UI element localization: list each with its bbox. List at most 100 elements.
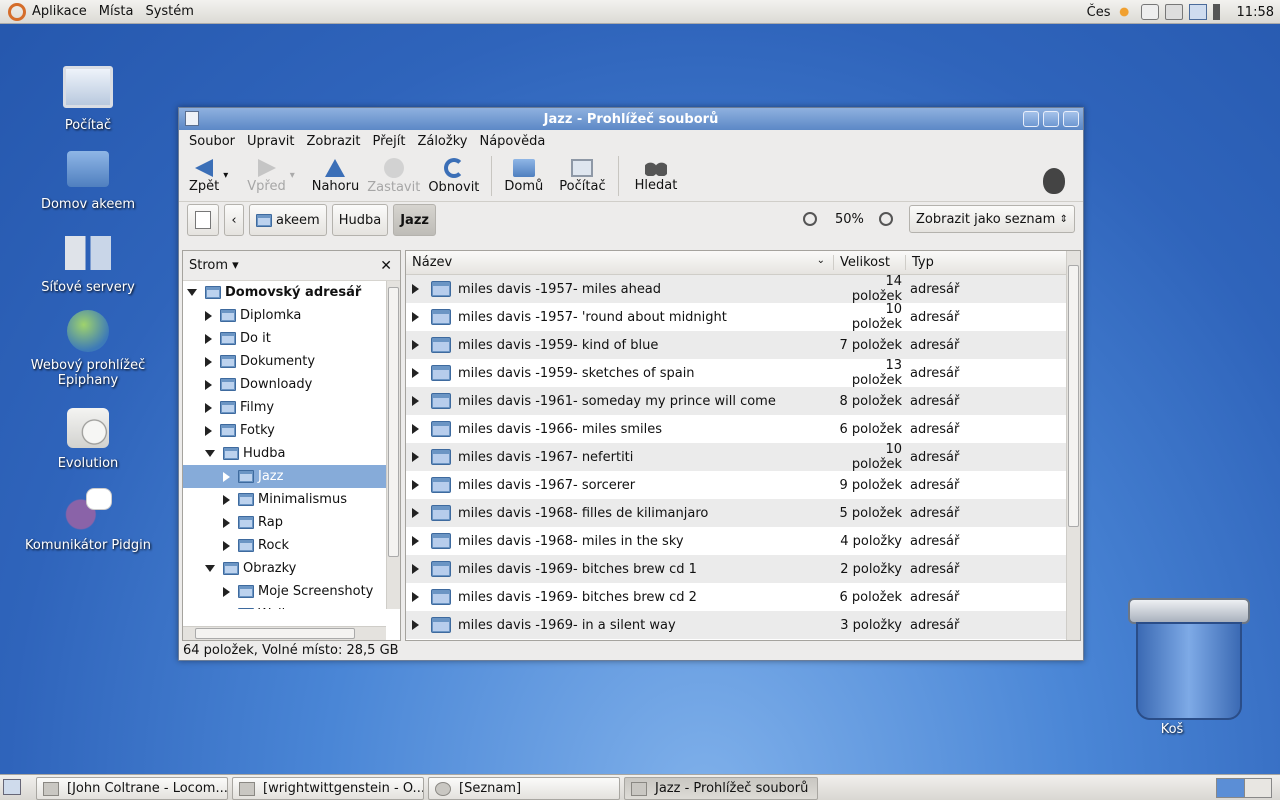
expander-down-icon[interactable] — [205, 450, 215, 457]
close-sidebar-icon[interactable]: ✕ — [380, 258, 392, 274]
expander-right-icon[interactable] — [412, 312, 419, 322]
workspace-switcher[interactable] — [1216, 778, 1272, 798]
tree-item[interactable]: Obrazky — [183, 557, 386, 580]
window-titlebar[interactable]: Jazz - Prohlížeč souborů — [179, 108, 1083, 130]
scroll-thumb[interactable] — [195, 628, 355, 639]
show-desktop-icon[interactable] — [3, 779, 21, 795]
tree-item[interactable]: Moje Screenshoty — [183, 580, 386, 603]
expander-right-icon[interactable] — [412, 396, 419, 406]
tree-item[interactable]: Wallpapery — [183, 603, 386, 609]
tree-item[interactable]: Jazz — [183, 465, 386, 488]
expander-right-icon[interactable] — [412, 620, 419, 630]
scroll-thumb[interactable] — [388, 287, 399, 557]
tree-item[interactable]: Fotky — [183, 419, 386, 442]
expander-right-icon[interactable] — [412, 564, 419, 574]
breadcrumb-scroll-left[interactable]: ‹ — [224, 204, 244, 236]
taskbar-item[interactable]: [Seznam] — [428, 777, 620, 800]
column-type-header[interactable]: Typ — [906, 255, 1066, 270]
file-row[interactable]: miles davis -1969- in a silent way 3 polo… — [406, 611, 1066, 639]
maximize-icon[interactable] — [1043, 111, 1059, 127]
tree-item[interactable]: Rap — [183, 511, 386, 534]
column-name-header[interactable]: Název ⌄ — [406, 255, 834, 270]
file-row[interactable]: miles davis -1957- 'round about midnight… — [406, 302, 1066, 332]
weather-icon[interactable] — [1116, 4, 1135, 20]
scroll-thumb[interactable] — [1068, 265, 1079, 527]
desktop-icon-evolution[interactable]: Evolution — [13, 408, 163, 471]
file-row[interactable]: miles davis -1967- sorcerer 9 položek adre… — [406, 471, 1066, 499]
expander-right-icon[interactable] — [223, 586, 230, 597]
expander-right-icon[interactable] — [412, 284, 419, 294]
file-row[interactable]: miles davis -1959- sketches of spain 13 p… — [406, 358, 1066, 388]
column-size-header[interactable]: Velikost — [834, 255, 906, 270]
view-mode-select[interactable]: Zobrazit jako seznam ⇕ — [909, 205, 1075, 233]
workspace-2[interactable] — [1244, 779, 1271, 797]
expander-down-icon[interactable] — [205, 565, 215, 572]
tree-item[interactable]: Filmy — [183, 396, 386, 419]
expander-right-icon[interactable] — [412, 480, 419, 490]
desktop-icon-pidgin[interactable]: Komunikátor Pidgin — [13, 488, 163, 553]
menu-system[interactable]: Systém — [139, 0, 199, 24]
zoom-in-icon[interactable] — [879, 212, 893, 226]
tree-item[interactable]: Downloady — [183, 373, 386, 396]
toggle-location-entry-button[interactable] — [187, 204, 219, 236]
desktop-icon-network[interactable]: Síťové servery — [13, 236, 163, 295]
tree-item[interactable]: Minimalismus — [183, 488, 386, 511]
home-button[interactable]: Domů — [500, 152, 547, 200]
breadcrumb-hudba[interactable]: Hudba — [331, 204, 389, 236]
up-button[interactable]: Nahoru — [308, 152, 363, 200]
desktop-icon-epiphany[interactable]: Webový prohlížeč Epiphany — [13, 310, 163, 388]
expander-right-icon[interactable] — [412, 424, 419, 434]
battery-icon[interactable] — [1164, 4, 1183, 20]
breadcrumb-jazz[interactable]: Jazz — [393, 204, 436, 236]
taskbar-item[interactable]: [John Coltrane - Locom... — [36, 777, 228, 800]
expander-right-icon[interactable] — [223, 471, 230, 482]
sidebar-type-select[interactable]: Strom ▾ — [189, 258, 239, 273]
forward-button[interactable]: Vpřed — [243, 152, 289, 200]
back-button[interactable]: Zpět — [185, 152, 223, 200]
file-row[interactable]: miles davis -1968- miles in the sky 4 pol… — [406, 527, 1066, 555]
tree-item[interactable]: Diplomka — [183, 304, 386, 327]
clock[interactable]: 11:58 — [1237, 5, 1274, 20]
expander-right-icon[interactable] — [412, 368, 419, 378]
stop-button[interactable]: Zastavit — [363, 152, 424, 200]
desktop-icon-home[interactable]: Domov akeem — [13, 151, 163, 212]
file-row[interactable]: miles davis -1959- kind of blue 7 položek… — [406, 331, 1066, 359]
expander-right-icon[interactable] — [205, 425, 212, 436]
desktop-icon-trash[interactable]: Koš — [1105, 598, 1255, 737]
window-menu-icon[interactable] — [185, 111, 199, 126]
expander-right-icon[interactable] — [412, 536, 419, 546]
taskbar-item[interactable]: [wrightwittgenstein - O... — [232, 777, 424, 800]
menu-view[interactable]: Zobrazit — [300, 134, 366, 149]
taskbar-item-active[interactable]: Jazz - Prohlížeč souborů — [624, 777, 818, 800]
expander-right-icon[interactable] — [412, 508, 419, 518]
sidebar-vertical-scrollbar[interactable] — [386, 281, 400, 609]
file-row[interactable]: miles davis -1966- miles smiles 6 položek… — [406, 415, 1066, 443]
keyboard-layout-indicator[interactable]: Čes — [1087, 5, 1111, 20]
file-row[interactable]: miles davis -1969- bitches brew cd 2 6 po… — [406, 583, 1066, 611]
computer-button[interactable]: Počítač — [555, 152, 609, 200]
workspace-1[interactable] — [1217, 779, 1245, 797]
menu-applications[interactable]: Aplikace — [26, 0, 93, 24]
tree-item[interactable]: Rock — [183, 534, 386, 557]
menu-go[interactable]: Přejít — [366, 134, 411, 149]
file-row[interactable]: miles davis -1968- filles de kilimanjaro… — [406, 499, 1066, 527]
back-history-dropdown[interactable]: ▾ — [223, 170, 235, 181]
breadcrumb-akeem[interactable]: akeem — [249, 204, 327, 236]
menu-bookmarks[interactable]: Záložky — [411, 134, 473, 149]
list-vertical-scrollbar[interactable] — [1066, 251, 1080, 640]
expander-right-icon[interactable] — [205, 402, 212, 413]
expander-right-icon[interactable] — [223, 494, 230, 505]
reload-button[interactable]: Obnovit — [424, 152, 483, 200]
forward-history-dropdown[interactable]: ▾ — [290, 170, 302, 181]
expander-right-icon[interactable] — [412, 452, 419, 462]
tree-item[interactable]: Do it — [183, 327, 386, 350]
network-icon[interactable] — [1188, 4, 1207, 20]
expander-right-icon[interactable] — [205, 356, 212, 367]
expander-right-icon[interactable] — [205, 310, 212, 321]
file-row[interactable]: miles davis -1957- miles ahead 14 položek… — [406, 275, 1066, 304]
tree-item[interactable]: Hudba — [183, 442, 386, 465]
tree-item[interactable]: Domovský adresář — [183, 281, 386, 304]
expander-right-icon[interactable] — [223, 540, 230, 551]
menu-help[interactable]: Nápověda — [473, 134, 551, 149]
menu-file[interactable]: Soubor — [183, 134, 241, 149]
